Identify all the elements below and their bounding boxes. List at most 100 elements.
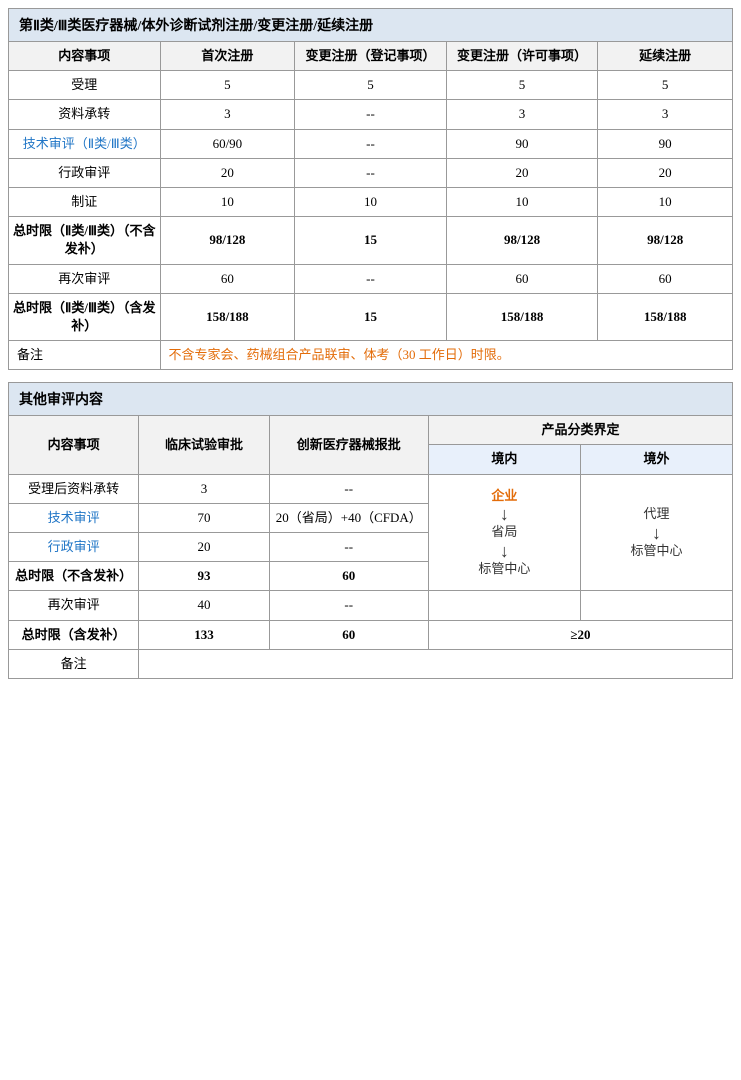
s2-table-row: 受理后资料承转 3 -- 企业 ↓ 省局 ↓ 标管中心 代理 ↓ 标管中心 — [9, 474, 733, 503]
note-label: 备注 — [9, 341, 161, 370]
row-c2: 60 — [269, 562, 428, 591]
row-c2: 15 — [295, 293, 447, 340]
table-row: 制证 10 10 10 10 — [9, 187, 733, 216]
s2-col-item: 内容事项 — [9, 416, 139, 474]
row-c4: 3 — [598, 100, 733, 129]
row-c3: 5 — [446, 71, 598, 100]
row-c1: 20 — [139, 533, 269, 562]
row-c4: 5 — [598, 71, 733, 100]
table-row: 受理 5 5 5 5 — [9, 71, 733, 100]
s2-col-domestic: 境内 — [428, 445, 580, 474]
flow-inner-arrow2: ↓ — [433, 542, 576, 560]
row-empty1 — [428, 591, 580, 620]
row-c3: 158/188 — [446, 293, 598, 340]
flow-outer-center: 标管中心 — [630, 543, 682, 558]
flow-inner-arrow1: ↓ — [433, 505, 576, 523]
row-c4: 10 — [598, 187, 733, 216]
row-c3: 90 — [446, 129, 598, 158]
col-header-item: 内容事项 — [9, 42, 161, 71]
note-empty — [139, 649, 733, 678]
section1-table: 内容事项 首次注册 变更注册（登记事项） 变更注册（许可事项） 延续注册 受理 … — [8, 41, 733, 370]
flow-outer-cell: 代理 ↓ 标管中心 — [580, 474, 732, 591]
flow-inner-cell: 企业 ↓ 省局 ↓ 标管中心 — [428, 474, 580, 591]
s2-col-innovative: 创新医疗器械报批 — [269, 416, 428, 474]
row-c2: 60 — [269, 620, 428, 649]
row-label: 再次审评 — [9, 591, 139, 620]
table-row: 技术审评（Ⅱ类/Ⅲ类） 60/90 -- 90 90 — [9, 129, 733, 158]
row-label: 行政审评 — [9, 158, 161, 187]
row-label: 总时限（不含发补） — [9, 562, 139, 591]
row-c1: 98/128 — [160, 217, 295, 264]
s2-col-clinical: 临床试验审批 — [139, 416, 269, 474]
row-c2: 5 — [295, 71, 447, 100]
note-text: 不含专家会、药械组合产品联审、体考（30 工作日）时限。 — [160, 341, 732, 370]
row-c1: 10 — [160, 187, 295, 216]
row-c1: 70 — [139, 503, 269, 532]
row-c1: 5 — [160, 71, 295, 100]
s2-table-row: 总时限（含发补） 133 60 ≥20 — [9, 620, 733, 649]
table-row: 行政审评 20 -- 20 20 — [9, 158, 733, 187]
row-c1: 93 — [139, 562, 269, 591]
row-c2: -- — [269, 591, 428, 620]
note-label: 备注 — [9, 649, 139, 678]
section1-header: 第Ⅱ类/Ⅲ类医疗器械/体外诊断试剂注册/变更注册/延续注册 — [8, 8, 733, 41]
row-label: 受理 — [9, 71, 161, 100]
row-label: 技术审评（Ⅱ类/Ⅲ类） — [9, 129, 161, 158]
row-c4: 98/128 — [598, 217, 733, 264]
flow-inner-enterprise: 企业 — [491, 488, 517, 503]
col-header-first-reg: 首次注册 — [160, 42, 295, 71]
section2-header: 其他审评内容 — [8, 382, 733, 415]
col-header-change-reg-record: 变更注册（登记事项） — [295, 42, 447, 71]
flow-outer-arrow1: ↓ — [585, 524, 728, 542]
row-label: 受理后资料承转 — [9, 474, 139, 503]
row-c3: 10 — [446, 187, 598, 216]
row-c1: 3 — [160, 100, 295, 129]
table-row: 总时限（Ⅱ类/Ⅲ类）（含发补） 158/188 15 158/188 158/1… — [9, 293, 733, 340]
row-c1: 60 — [160, 264, 295, 293]
row-c2: -- — [295, 129, 447, 158]
s2-table-row: 再次审评 40 -- — [9, 591, 733, 620]
row-c3: 3 — [446, 100, 598, 129]
row-label: 技术审评 — [9, 503, 139, 532]
row-c4: 20 — [598, 158, 733, 187]
row-c1: 60/90 — [160, 129, 295, 158]
s2-col-foreign: 境外 — [580, 445, 732, 474]
row-label: 制证 — [9, 187, 161, 216]
row-label: 再次审评 — [9, 264, 161, 293]
row-c4: 158/188 — [598, 293, 733, 340]
row-c1: 3 — [139, 474, 269, 503]
row-label: 总时限（Ⅱ类/Ⅲ类）（不含发补） — [9, 217, 161, 264]
table-row: 再次审评 60 -- 60 60 — [9, 264, 733, 293]
row-c3: 98/128 — [446, 217, 598, 264]
table-row: 总时限（Ⅱ类/Ⅲ类）（不含发补） 98/128 15 98/128 98/128 — [9, 217, 733, 264]
row-c2: 10 — [295, 187, 447, 216]
row-empty2 — [580, 591, 732, 620]
row-c2: -- — [295, 158, 447, 187]
table-row: 资料承转 3 -- 3 3 — [9, 100, 733, 129]
row-label: 行政审评 — [9, 533, 139, 562]
row-c4: 60 — [598, 264, 733, 293]
row-c1: 133 — [139, 620, 269, 649]
row-c3merged: ≥20 — [428, 620, 732, 649]
row-c4: 90 — [598, 129, 733, 158]
row-label: 资料承转 — [9, 100, 161, 129]
flow-inner-center: 标管中心 — [478, 561, 530, 576]
row-c1: 40 — [139, 591, 269, 620]
col-header-change-reg-permit: 变更注册（许可事项） — [446, 42, 598, 71]
section2-table: 内容事项 临床试验审批 创新医疗器械报批 产品分类界定 境内 境外 受理后资料承… — [8, 415, 733, 679]
row-label: 总时限（Ⅱ类/Ⅲ类）（含发补） — [9, 293, 161, 340]
row-c3: 60 — [446, 264, 598, 293]
row-c1: 158/188 — [160, 293, 295, 340]
col-header-renewal-reg: 延续注册 — [598, 42, 733, 71]
row-c2: -- — [269, 474, 428, 503]
row-c2: -- — [269, 533, 428, 562]
row-c1: 20 — [160, 158, 295, 187]
row-c2: 20（省局）+40（CFDA） — [269, 503, 428, 532]
row-c2: -- — [295, 264, 447, 293]
row-c2: 15 — [295, 217, 447, 264]
row-c2: -- — [295, 100, 447, 129]
s2-note-row: 备注 — [9, 649, 733, 678]
flow-inner-province: 省局 — [491, 524, 517, 539]
note-row: 备注 不含专家会、药械组合产品联审、体考（30 工作日）时限。 — [9, 341, 733, 370]
flow-outer-agent: 代理 — [643, 506, 669, 521]
